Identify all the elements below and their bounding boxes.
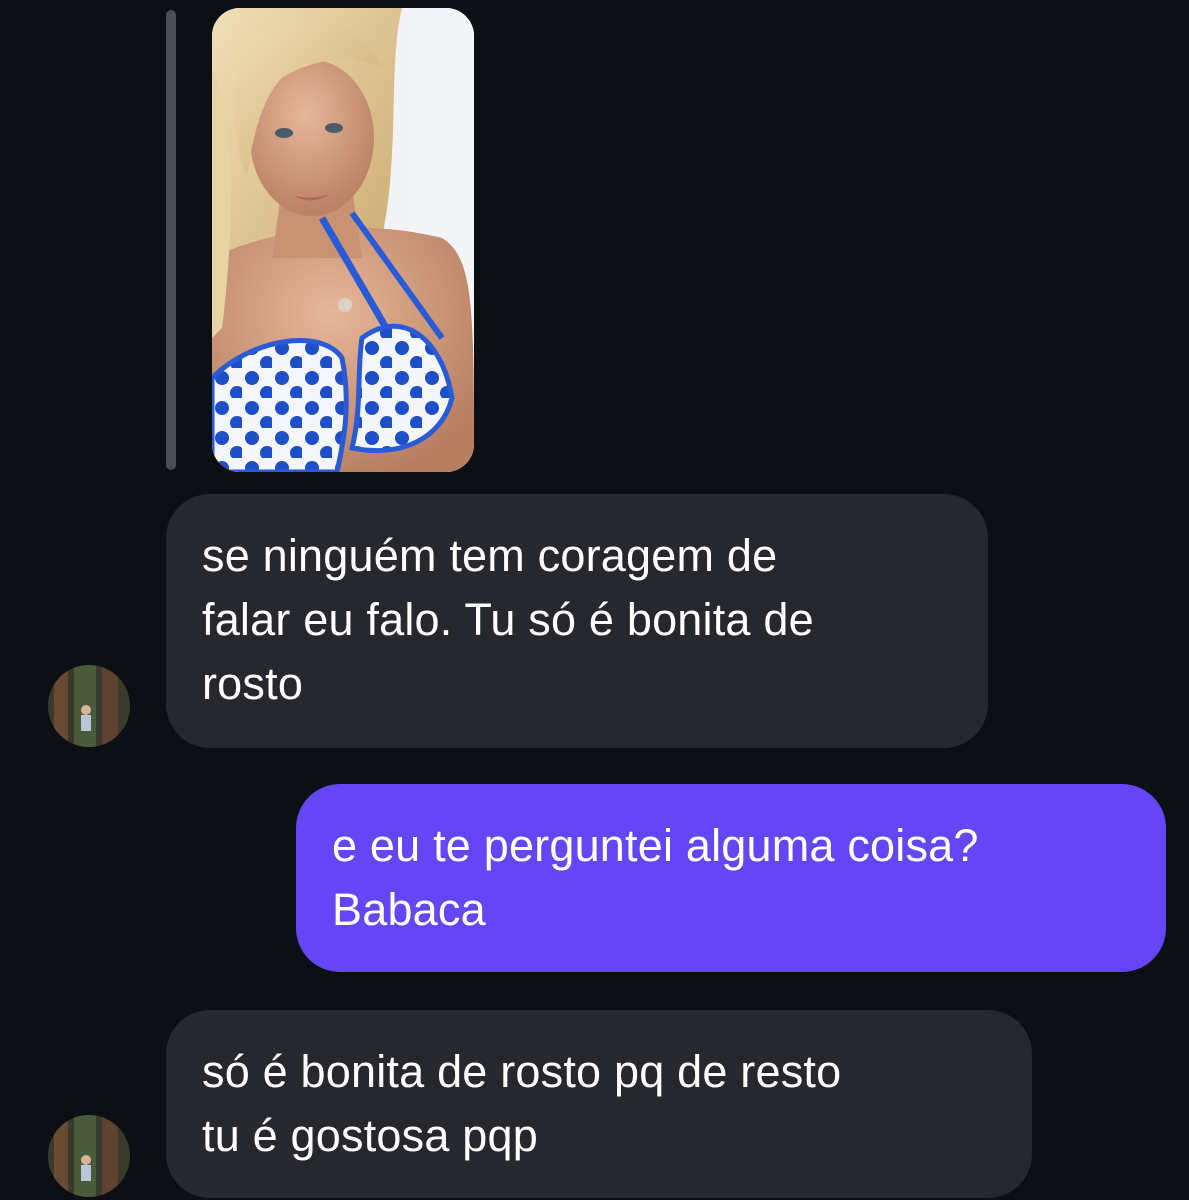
- user-avatar-icon: [48, 665, 130, 747]
- message-bubble-received[interactable]: se ninguém tem coragem de falar eu falo.…: [166, 494, 988, 748]
- sender-avatar[interactable]: [48, 1115, 130, 1197]
- message-text: se ninguém tem coragem de falar eu falo.…: [202, 530, 814, 709]
- message-bubble-received[interactable]: só é bonita de rosto pq de resto tu é go…: [166, 1010, 1032, 1198]
- message-text: só é bonita de rosto pq de resto tu é go…: [202, 1046, 842, 1161]
- story-photo-icon: [212, 8, 474, 472]
- story-reply-bar: [166, 10, 176, 470]
- message-bubble-sent[interactable]: e eu te perguntei alguma coisa? Babaca: [296, 784, 1166, 972]
- sender-avatar[interactable]: [48, 665, 130, 747]
- user-avatar-icon: [48, 1115, 130, 1197]
- message-text: e eu te perguntei alguma coisa? Babaca: [332, 820, 979, 935]
- replied-story-image[interactable]: [212, 8, 474, 472]
